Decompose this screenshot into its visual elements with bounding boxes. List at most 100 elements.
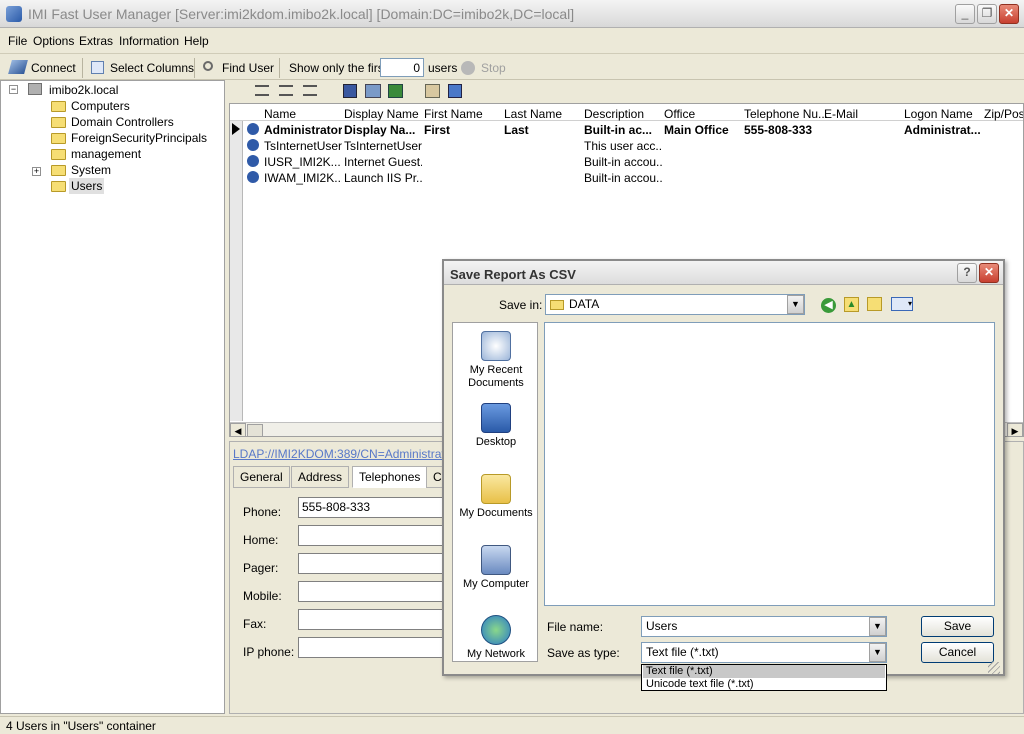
export-icon[interactable] <box>365 84 381 98</box>
connect-icon <box>8 60 28 74</box>
resize-grip[interactable] <box>988 662 1000 674</box>
save-icon[interactable] <box>343 84 357 98</box>
tree-root[interactable]: imibo2k.local <box>49 83 118 97</box>
column-header[interactable]: Display Name <box>344 107 419 121</box>
pager-field[interactable] <box>298 553 448 574</box>
column-header[interactable]: Zip/Pos <box>984 107 1023 121</box>
tree-item-foreign-security-principals[interactable]: ForeignSecurityPrincipals <box>71 131 207 145</box>
table-cell[interactable]: IUSR_IMI2K... <box>264 155 342 169</box>
dropdown-option[interactable]: Unicode text file (*.txt) <box>643 678 885 691</box>
table-cell[interactable]: First <box>424 123 502 137</box>
scroll-left-icon[interactable]: ◀ <box>230 423 246 436</box>
tree-item-computers[interactable]: Computers <box>71 99 130 113</box>
grid-header: Name Display Name First Name Last Name D… <box>230 104 1023 121</box>
table-cell[interactable]: TsInternetUser <box>344 139 422 153</box>
table-cell[interactable]: Launch IIS Pr... <box>344 171 422 185</box>
save-button[interactable]: Save <box>921 616 994 637</box>
table-cell[interactable]: Display Na... <box>344 123 422 137</box>
scroll-thumb[interactable] <box>247 424 263 436</box>
ip-phone-field[interactable] <box>298 637 448 658</box>
chevron-down-icon[interactable]: ▼ <box>869 617 886 636</box>
place-desktop[interactable]: Desktop <box>453 403 539 449</box>
collapse-icon[interactable]: − <box>9 85 18 94</box>
phone-field[interactable]: 555-808-333 <box>298 497 448 518</box>
new-folder-icon[interactable] <box>867 297 882 311</box>
dropdown-option[interactable]: Text file (*.txt) <box>643 665 885 678</box>
column-header[interactable]: Telephone Nu... <box>744 107 828 121</box>
view-menu-icon[interactable]: ▾ <box>891 297 913 311</box>
table-cell[interactable]: Main Office <box>664 123 742 137</box>
tab-address[interactable]: Address <box>291 466 350 488</box>
up-folder-icon[interactable]: ▲ <box>844 297 859 312</box>
tab-telephones[interactable]: Telephones <box>352 466 428 488</box>
tab-general[interactable]: General <box>233 466 290 488</box>
align-left-icon[interactable] <box>255 85 269 96</box>
menu-information[interactable]: Information <box>119 34 179 48</box>
file-name-input[interactable]: Users <box>641 616 887 637</box>
home-field[interactable] <box>298 525 448 546</box>
maximize-button[interactable]: ❐ <box>977 4 997 24</box>
table-cell[interactable]: This user acc... <box>584 139 662 153</box>
dialog-help-button[interactable]: ? <box>957 263 977 283</box>
table-cell[interactable]: Internet Guest... <box>344 155 422 169</box>
table-cell[interactable]: Last <box>504 123 582 137</box>
table-cell[interactable]: Built-in accou... <box>584 155 662 169</box>
place-label: My Network <box>466 648 526 660</box>
tree-item-domain-controllers[interactable]: Domain Controllers <box>71 115 174 129</box>
column-header[interactable]: Office <box>664 107 695 121</box>
word-icon[interactable] <box>448 84 462 98</box>
menu-file[interactable]: File <box>8 34 27 48</box>
column-header[interactable]: First Name <box>424 107 483 121</box>
properties-icon[interactable] <box>425 84 440 98</box>
menu-extras[interactable]: Extras <box>79 34 113 48</box>
fax-field[interactable] <box>298 609 448 630</box>
column-header[interactable]: Description <box>584 107 644 121</box>
place-recent[interactable]: My Recent Documents <box>453 331 539 390</box>
table-cell[interactable]: Built-in accou... <box>584 171 662 185</box>
select-columns-button[interactable]: Select Columns <box>110 61 194 75</box>
file-list[interactable] <box>544 322 995 606</box>
place-my-computer[interactable]: My Computer <box>453 545 539 591</box>
chevron-down-icon[interactable]: ▼ <box>787 295 804 314</box>
stop-button[interactable]: Stop <box>481 61 506 75</box>
tree-item-management[interactable]: management <box>71 147 141 161</box>
column-header[interactable]: E-Mail <box>824 107 858 121</box>
folder-icon <box>51 133 66 144</box>
user-count-input[interactable]: 0 <box>380 58 424 77</box>
save-in-combo[interactable]: DATA <box>545 294 805 315</box>
table-cell[interactable]: 555-808-333 <box>744 123 822 137</box>
toolbar-separator <box>194 58 195 78</box>
excel-icon[interactable] <box>388 84 403 98</box>
align-center-icon[interactable] <box>279 85 293 96</box>
menu-help[interactable]: Help <box>184 34 209 48</box>
menu-options[interactable]: Options <box>33 34 74 48</box>
cancel-button[interactable]: Cancel <box>921 642 994 663</box>
table-cell[interactable]: IWAM_IMI2K... <box>264 171 342 185</box>
scroll-right-icon[interactable]: ▶ <box>1007 423 1023 436</box>
chevron-down-icon[interactable]: ▼ <box>869 643 886 662</box>
place-my-documents[interactable]: My Documents <box>453 474 539 520</box>
tree-item-users[interactable]: Users <box>69 178 105 194</box>
connect-button[interactable]: Connect <box>31 61 76 75</box>
current-row-indicator <box>232 123 240 135</box>
column-header[interactable]: Logon Name <box>904 107 973 121</box>
minimize-button[interactable]: _ <box>955 4 975 24</box>
table-cell[interactable]: TsInternetUser <box>264 139 342 153</box>
close-button[interactable]: ✕ <box>999 4 1019 24</box>
save-as-type-select[interactable]: Text file (*.txt) <box>641 642 887 663</box>
column-header[interactable]: Last Name <box>504 107 562 121</box>
table-cell[interactable]: Administrator <box>264 123 342 137</box>
table-cell[interactable]: Built-in ac... <box>584 123 662 137</box>
ldap-link[interactable]: LDAP://IMI2KDOM:389/CN=Administrator,C <box>233 447 467 461</box>
find-user-button[interactable]: Find User <box>222 61 274 75</box>
back-icon[interactable]: ◀ <box>821 298 836 313</box>
expand-icon[interactable]: + <box>32 167 41 176</box>
tree-item-system[interactable]: System <box>71 163 111 177</box>
table-cell[interactable]: Administrat... <box>904 123 982 137</box>
dialog-close-button[interactable]: ✕ <box>979 263 999 283</box>
user-icon <box>247 139 259 151</box>
column-header[interactable]: Name <box>264 107 296 121</box>
align-right-icon[interactable] <box>303 85 317 96</box>
mobile-field[interactable] <box>298 581 448 602</box>
place-my-network[interactable]: My Network <box>453 615 539 661</box>
